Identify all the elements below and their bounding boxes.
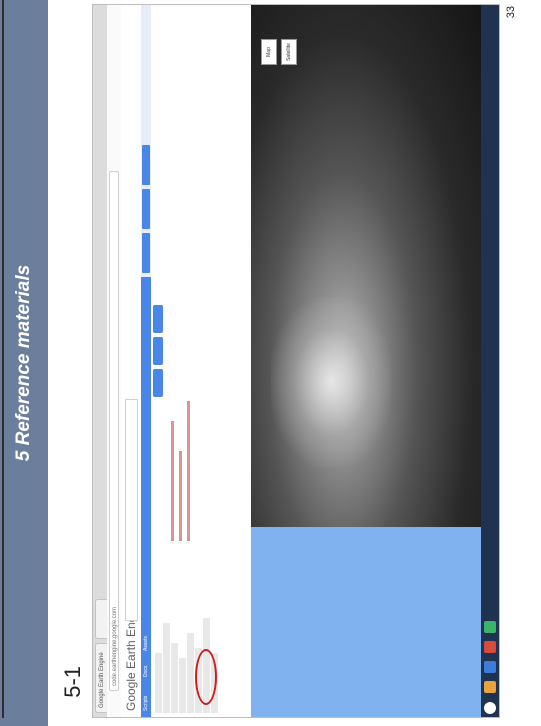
red-annotation-ellipse: [195, 649, 217, 705]
start-icon: [484, 702, 496, 714]
browser-tab: Google Earth Engine: [95, 643, 107, 713]
app-icon: [484, 621, 496, 633]
panel-tab-scripts: Scripts: [143, 695, 149, 711]
list-item: [171, 643, 178, 713]
windows-taskbar: [481, 5, 499, 717]
browser-icon: [484, 661, 496, 673]
map-type-controls: Map Satellite: [257, 11, 297, 67]
address-bar: code.earthengine.google.com: [107, 5, 122, 717]
slide-title: 5 Reference materials: [13, 264, 34, 462]
map-button: Map: [261, 39, 277, 65]
terrain-highlight: [271, 297, 391, 467]
gee-header: Google Earth Engine: [121, 5, 142, 717]
inspector-tab: [142, 233, 150, 273]
app-icon: [484, 641, 496, 653]
satellite-button: Satellite: [281, 39, 297, 65]
list-item: [163, 623, 170, 713]
editor-toolbar: [141, 277, 151, 547]
rotated-slide-content: 5 Reference materials 5-1 Google Earth E…: [0, 0, 541, 726]
slide-frame: 5 Reference materials 5-1 Google Earth E…: [0, 0, 541, 726]
browser-tab-new: [95, 599, 107, 639]
panel-tab-docs: Docs: [143, 665, 149, 677]
inspector-panel: [141, 5, 251, 277]
code-line: [179, 451, 182, 541]
map-view: Map Satellite: [251, 5, 481, 717]
browser-tab-strip: Google Earth Engine: [93, 5, 107, 717]
editor-button: [153, 337, 163, 365]
inspector-tabs: [141, 5, 151, 277]
inspector-tab: [142, 189, 150, 229]
editor-button: [153, 305, 163, 333]
code-line: [171, 421, 174, 541]
list-item: [179, 658, 186, 713]
panel-tab-assets: Assets: [143, 635, 149, 651]
scripts-panel: Scripts Docs Assets: [141, 546, 251, 717]
code-editor-panel: [141, 276, 251, 547]
inspector-tab: [142, 145, 150, 185]
page-number: 33: [505, 6, 517, 19]
file-explorer-icon: [484, 681, 496, 693]
scripts-panel-tabs: Scripts Docs Assets: [141, 547, 151, 717]
embedded-screenshot: Google Earth Engine code.earthengine.goo…: [92, 4, 500, 718]
editor-button: [153, 369, 163, 397]
gee-search-box: [125, 399, 138, 621]
address-field: code.earthengine.google.com: [109, 171, 119, 691]
code-line: [187, 401, 190, 541]
list-item: [187, 633, 194, 713]
list-item: [155, 653, 162, 713]
